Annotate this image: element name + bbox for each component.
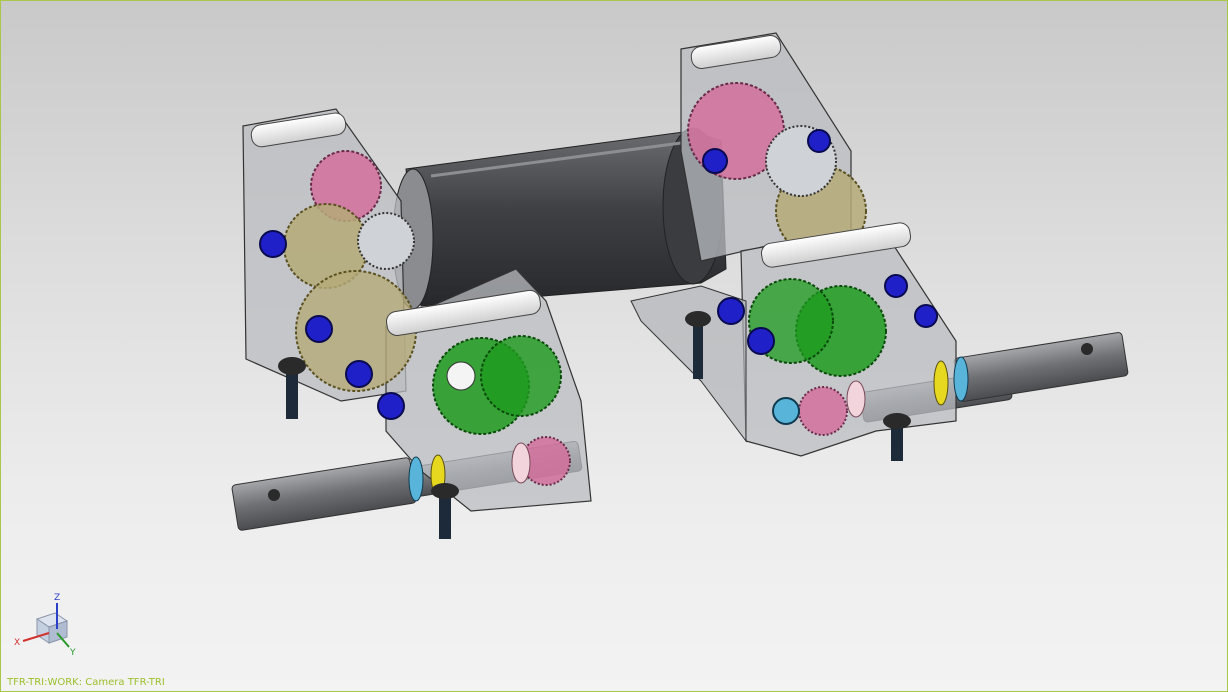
- motor-cylinder[interactable]: [392, 127, 727, 310]
- cad-viewport[interactable]: Z X Y TFR-TRI:WORK: Camera TFR-TRI: [0, 0, 1228, 692]
- x-axis-label: X: [14, 638, 20, 648]
- orientation-triad[interactable]: Z X Y: [9, 589, 84, 661]
- view-status-text: TFR-TRI:WORK: Camera TFR-TRI: [7, 677, 165, 688]
- z-axis-label: Z: [54, 593, 60, 603]
- gearbox-assembly-model[interactable]: [1, 1, 1227, 691]
- y-axis-label: Y: [69, 648, 76, 658]
